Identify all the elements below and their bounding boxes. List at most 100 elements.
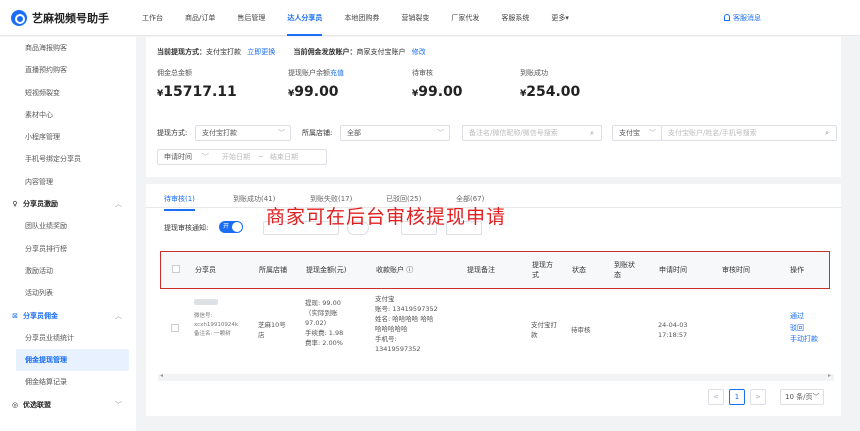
- sidebar-item-ranking[interactable]: 分享员排行榜: [0, 238, 136, 260]
- review-notify-toggle[interactable]: 开: [219, 221, 243, 233]
- reject-link[interactable]: 驳回: [790, 323, 818, 335]
- sidebar-item-materials[interactable]: 素材中心: [0, 104, 136, 126]
- date-range-picker[interactable]: 申请时间 ﹀ 开始日期 ~ 结束日期: [157, 149, 327, 165]
- col-amount: 提现金额(元): [306, 265, 347, 274]
- scroll-right-icon[interactable]: ▸: [828, 372, 831, 379]
- sidebar-item-phone-bind[interactable]: 手机号绑定分享员: [0, 148, 136, 170]
- manual-pay-link[interactable]: 手动打款: [790, 334, 818, 346]
- sidebar-item-content[interactable]: 内容管理: [0, 171, 136, 193]
- chevron-up-icon: ︿: [115, 200, 122, 209]
- store-filter-label: 所属店铺:: [302, 129, 333, 137]
- sidebar-item-activity[interactable]: 激励活动: [0, 260, 136, 282]
- col-remark: 提现备注: [467, 265, 495, 274]
- sidebar-group-alliance[interactable]: ◎ 优选联盟 ﹀: [0, 394, 136, 416]
- row-checkbox[interactable]: [171, 324, 179, 332]
- nav-local-coupons[interactable]: 本地团购券: [344, 0, 379, 36]
- app-logo[interactable]: 艺麻视频号助手: [11, 10, 109, 26]
- chevron-down-icon: ▾: [565, 14, 569, 22]
- col-arrival-status: 到账状态: [614, 260, 635, 279]
- sidebar-group-commission[interactable]: ⊠ 分享员佣金 ︿: [0, 305, 136, 327]
- method-select[interactable]: 支付宝打款 ﹀: [195, 125, 291, 141]
- search-icon: ⌕: [590, 129, 594, 137]
- stat-label: 佣金总金额: [157, 69, 192, 77]
- stat-amount: 99.00: [294, 84, 339, 100]
- page-1-button[interactable]: 1: [729, 389, 745, 405]
- nickname-search-input[interactable]: 备注名/微信昵称/微信号搜索 ⌕: [462, 125, 602, 141]
- sidebar-item-live-reservation[interactable]: 直播预约购客: [0, 59, 136, 81]
- withdraw-notice: 当前提现方式：支付宝打款 立即更换 当前佣金发放账户：商家支付宝账户 修改: [157, 47, 426, 57]
- horizontal-scrollbar[interactable]: ◂ ▸: [158, 372, 834, 381]
- chevron-down-icon: ﹀: [437, 129, 444, 137]
- nickname-search-placeholder: 备注名/微信昵称/微信号搜索: [469, 129, 558, 137]
- scroll-left-icon[interactable]: ◂: [160, 372, 163, 379]
- select-all-checkbox[interactable]: [172, 265, 180, 273]
- nav-after-sales[interactable]: 售后管理: [237, 0, 265, 36]
- sidebar-group-incentive[interactable]: ♀ 分享员激励 ︿: [0, 193, 136, 215]
- sidebar-item-team-reward[interactable]: 团队业绩奖励: [0, 215, 136, 237]
- nav-dropship[interactable]: 厂家代发: [451, 0, 479, 36]
- sidebar-item-withdraw-management[interactable]: 佣金提现管理: [16, 349, 129, 372]
- stat-label: 到账成功: [520, 69, 548, 77]
- prev-page-button[interactable]: <: [708, 389, 724, 405]
- service-messages[interactable]: 客服消息: [724, 0, 761, 36]
- end-date-input[interactable]: 结束日期: [270, 150, 298, 164]
- page-size-select[interactable]: 10 条/页﹀: [780, 389, 824, 405]
- nav-marketing[interactable]: 营销裂变: [401, 0, 429, 36]
- sidebar-item-activity-list[interactable]: 活动列表: [0, 282, 136, 304]
- sidebar-item-settlement[interactable]: 佣金结算记录: [0, 371, 136, 393]
- account-type-value: 支付宝: [619, 129, 640, 137]
- table-row: 微信号: xcxh19910924k 备注名: 一颗树 芝麻10号店 提现: 9…: [160, 292, 830, 367]
- amount-withdraw: 提现: 99.00: [305, 299, 341, 307]
- annotation-overlay: 商家可在后台审核提现申请: [266, 206, 507, 228]
- sidebar-item-short-video[interactable]: 短视频裂变: [0, 82, 136, 104]
- method-filter-label: 提现方式:: [157, 129, 188, 137]
- col-status: 状态: [572, 265, 586, 274]
- stat-value: ¥254.00: [520, 84, 580, 100]
- account-type: 支付宝: [375, 295, 395, 303]
- payout-account-label: 当前佣金发放账户：: [293, 48, 357, 56]
- sharer-remark: 备注名: 一颗树: [194, 331, 231, 337]
- sidebar-item-product-poster[interactable]: 商品海报购客: [0, 37, 136, 59]
- next-page-button[interactable]: >: [750, 389, 766, 405]
- time-type-select[interactable]: 申请时间: [164, 150, 192, 164]
- nav-workbench[interactable]: 工作台: [142, 0, 163, 36]
- stat-amount: 99.00: [418, 84, 463, 100]
- nav-goods-orders[interactable]: 商品/订单: [185, 0, 215, 36]
- store-name: 芝麻10号店: [258, 321, 286, 339]
- col-method: 提现方式: [532, 260, 553, 279]
- sidebar-item-miniprogram[interactable]: 小程序管理: [0, 126, 136, 148]
- start-date-input[interactable]: 开始日期: [222, 150, 250, 164]
- col-apply-time: 申请时间: [659, 265, 687, 274]
- trophy-icon: ♀: [12, 200, 18, 209]
- approve-link[interactable]: 通过: [790, 311, 818, 323]
- stat-pending: 待审核 ¥99.00: [412, 68, 463, 100]
- recharge-link[interactable]: 充值: [330, 69, 344, 77]
- col-actions: 操作: [790, 265, 804, 274]
- sidebar-group-label: 分享员激励: [23, 200, 58, 209]
- sidebar-group-label: 分享员佣金: [23, 311, 58, 320]
- account-info: 支付宝 账号: 13419597352 姓名: 哈哈哈哈 哈哈 哈哈哈哈哈 手机…: [375, 294, 438, 354]
- chevron-down-icon: ﹀: [115, 400, 122, 409]
- stat-total-commission: 佣金总金额 ¥15717.11: [157, 68, 237, 100]
- logo-icon: [11, 10, 27, 26]
- nav-customer-service[interactable]: 客服系统: [501, 0, 529, 36]
- store-select[interactable]: 全部 ﹀: [340, 125, 450, 141]
- stat-label: 提现账户余额充值: [288, 68, 344, 78]
- change-method-link[interactable]: 立即更换: [247, 48, 275, 56]
- amount-rate: 费率: 2.00%: [305, 339, 343, 347]
- edit-account-link[interactable]: 修改: [412, 48, 426, 56]
- pagination: < 1 > 10 条/页﹀: [708, 389, 838, 405]
- tab-pending[interactable]: 待审核(1): [164, 194, 195, 211]
- stat-value: ¥99.00: [412, 84, 463, 100]
- apply-clock: 17:18:57: [658, 331, 688, 339]
- nav-sharers[interactable]: 达人分享员: [287, 0, 323, 36]
- stat-value: ¥99.00: [288, 84, 344, 100]
- stat-label: 待审核: [412, 69, 433, 77]
- commission-icon: ⊠: [12, 311, 18, 320]
- page-size-value: 10 条/页: [785, 393, 813, 401]
- alipay-search-input[interactable]: 支付宝账户/姓名/手机号搜索 ⌕: [661, 125, 837, 141]
- account-type-select[interactable]: 支付宝 ﹀: [612, 125, 662, 141]
- sharer-wechat-id: xcxh19910924k: [194, 322, 239, 328]
- sidebar-item-performance[interactable]: 分享员业绩统计: [0, 327, 136, 349]
- nav-more[interactable]: 更多▾: [551, 0, 569, 36]
